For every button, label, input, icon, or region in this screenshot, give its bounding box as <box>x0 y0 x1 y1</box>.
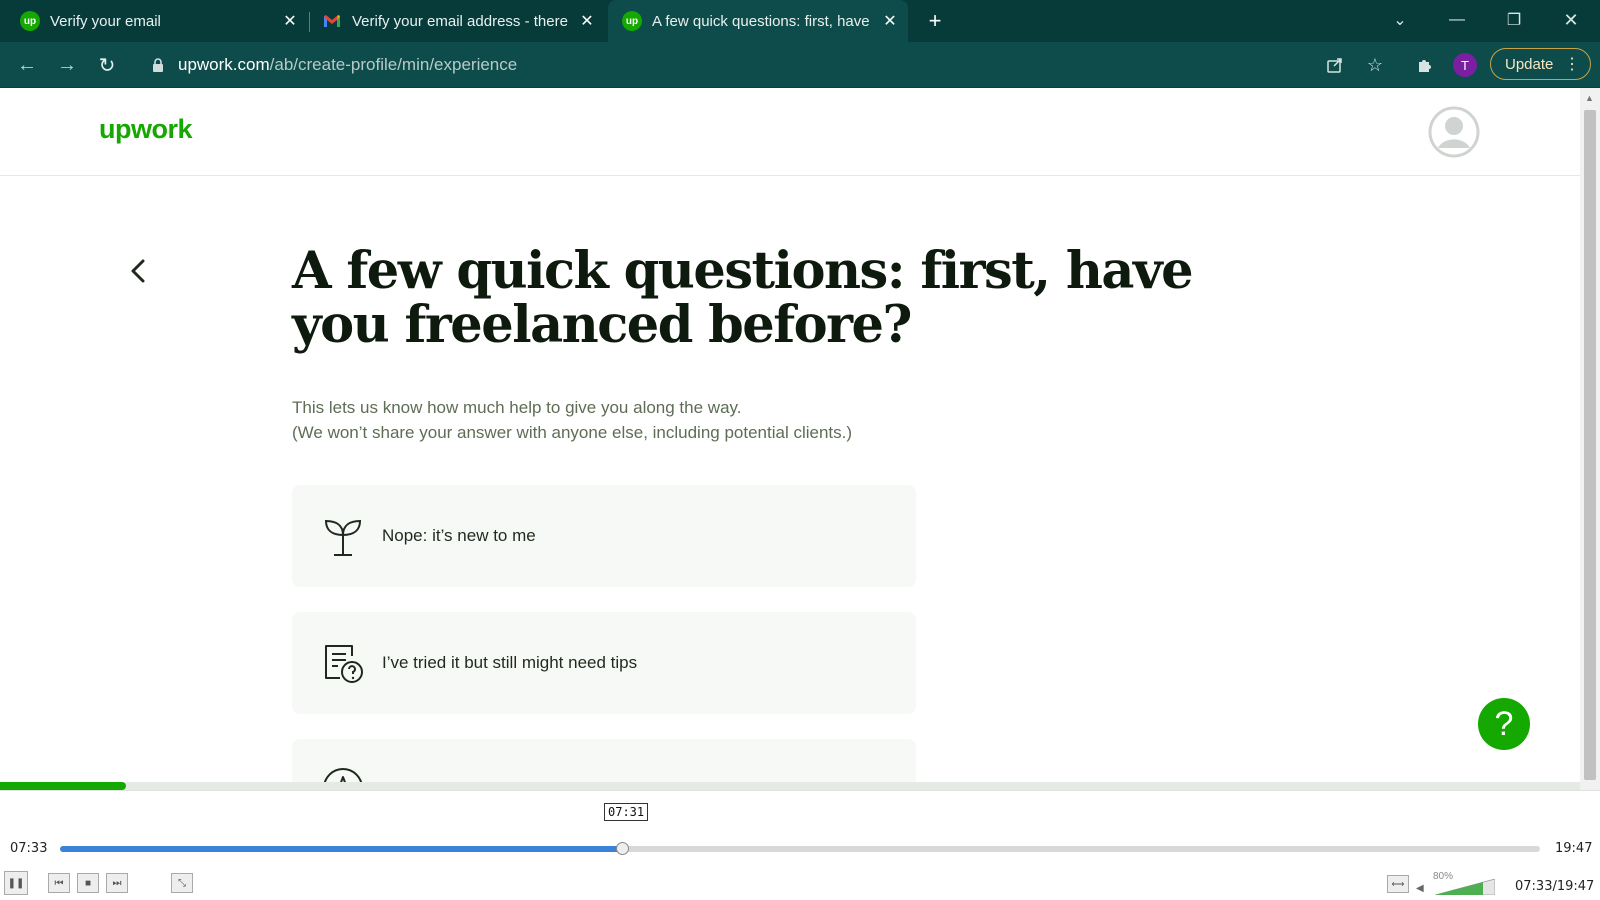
tab-gmail-verify[interactable]: Verify your email address - there ✕ <box>322 0 597 42</box>
page-subtext: This lets us know how much help to give … <box>292 395 852 445</box>
media-player: 07:31 07:33 19:47 ❚❚ ⏮ ■ ⏭ ⤡ ⟷ ◀ 80% 07:… <box>0 790 1600 900</box>
tab-strip: up Verify your email ✕ Verify your email… <box>0 0 1600 42</box>
profile-avatar[interactable]: T <box>1453 53 1477 77</box>
aspect-ratio-icon[interactable]: ⟷ <box>1387 875 1409 893</box>
current-time: 07:33 <box>10 841 48 856</box>
new-tab-button[interactable]: + <box>922 8 948 34</box>
subtext-line-1: This lets us know how much help to give … <box>292 398 742 417</box>
upwork-favicon-icon: up <box>622 11 642 31</box>
user-avatar-icon[interactable] <box>1428 106 1480 158</box>
option-new-to-freelancing[interactable]: Nope: it’s new to me <box>292 485 916 587</box>
speaker-icon[interactable]: ◀ <box>1416 883 1424 894</box>
scrollbar-thumb[interactable] <box>1584 110 1596 780</box>
close-icon[interactable]: ✕ <box>577 11 597 31</box>
gmail-favicon-icon <box>322 11 342 31</box>
option-label: Nope: it’s new to me <box>382 526 536 545</box>
window-close-icon[interactable]: ✕ <box>1551 6 1591 34</box>
close-icon[interactable]: ✕ <box>880 11 900 31</box>
url-path: /ab/create-profile/min/experience <box>269 55 518 74</box>
volume-slider[interactable] <box>1435 879 1495 895</box>
address-bar[interactable]: upwork.com/ab/create-profile/min/experie… <box>138 48 1388 82</box>
elapsed-total-time: 07:33/19:47 <box>1515 879 1595 894</box>
subtext-line-2: (We won’t share your answer with anyone … <box>292 423 853 442</box>
restore-icon[interactable]: ❐ <box>1494 6 1534 34</box>
fullscreen-toggle-icon[interactable]: ⤡ <box>171 873 193 893</box>
back-arrow-icon[interactable]: ← <box>12 50 42 80</box>
seek-fill <box>60 846 623 852</box>
lock-icon <box>153 58 163 72</box>
option-tried-needs-tips[interactable]: I’ve tried it but still might need tips <box>292 612 916 714</box>
site-header: upwork <box>0 88 1580 176</box>
document-question-icon <box>325 645 363 683</box>
tab-title: Verify your email address - there <box>352 12 568 30</box>
sprout-icon <box>324 519 362 556</box>
option-label: I’ve tried it but still might need tips <box>382 653 638 672</box>
reload-icon[interactable]: ↻ <box>92 50 122 80</box>
tab-quick-questions[interactable]: up A few quick questions: first, have ✕ <box>608 0 908 42</box>
progress-fill <box>0 782 127 790</box>
url-host: upwork.com <box>178 55 270 74</box>
browser-toolbar: ← → ↻ upwork.com/ab/create-profile/min/e… <box>0 42 1600 88</box>
previous-icon[interactable]: ⏮ <box>48 873 70 893</box>
onboarding-progress-bar <box>0 782 1580 790</box>
more-menu-icon[interactable]: ⋮ <box>1564 54 1580 74</box>
update-button[interactable]: Update ⋮ <box>1490 48 1591 80</box>
close-icon[interactable]: ✕ <box>280 11 300 31</box>
scroll-up-icon[interactable]: ▲ <box>1585 93 1594 103</box>
bookmark-star-icon[interactable]: ☆ <box>1360 50 1390 80</box>
update-label: Update <box>1505 55 1554 73</box>
upwork-logo[interactable]: upwork <box>99 114 193 145</box>
tab-separator <box>309 12 310 32</box>
url-text: upwork.com/ab/create-profile/min/experie… <box>178 55 517 75</box>
seek-handle[interactable] <box>616 842 630 855</box>
forward-arrow-icon[interactable]: → <box>52 50 82 80</box>
help-button[interactable]: ? <box>1478 698 1530 750</box>
upwork-favicon-icon: up <box>20 11 40 31</box>
tab-verify-email[interactable]: up Verify your email ✕ <box>20 0 300 42</box>
tab-title: A few quick questions: first, have <box>652 12 870 30</box>
next-icon[interactable]: ⏭ <box>106 873 128 893</box>
page-title: A few quick questions: first, have you f… <box>292 241 1194 355</box>
seek-hover-tooltip: 07:31 <box>604 803 649 821</box>
pause-icon[interactable]: ❚❚ <box>4 871 28 895</box>
chevron-left-icon[interactable] <box>124 256 154 286</box>
page-scrollbar[interactable]: ▲ <box>1580 88 1600 790</box>
web-page: upwork A few quick questions: first, hav… <box>0 88 1580 790</box>
minimize-icon[interactable]: — <box>1437 6 1477 34</box>
tab-search-chevron-icon[interactable]: ⌄ <box>1380 6 1420 34</box>
extensions-puzzle-icon[interactable] <box>1410 50 1440 80</box>
tab-title: Verify your email <box>50 12 161 30</box>
share-icon[interactable] <box>1320 50 1350 80</box>
seek-bar[interactable] <box>60 842 1540 855</box>
stop-icon[interactable]: ■ <box>77 873 99 893</box>
total-time: 19:47 <box>1555 841 1593 856</box>
